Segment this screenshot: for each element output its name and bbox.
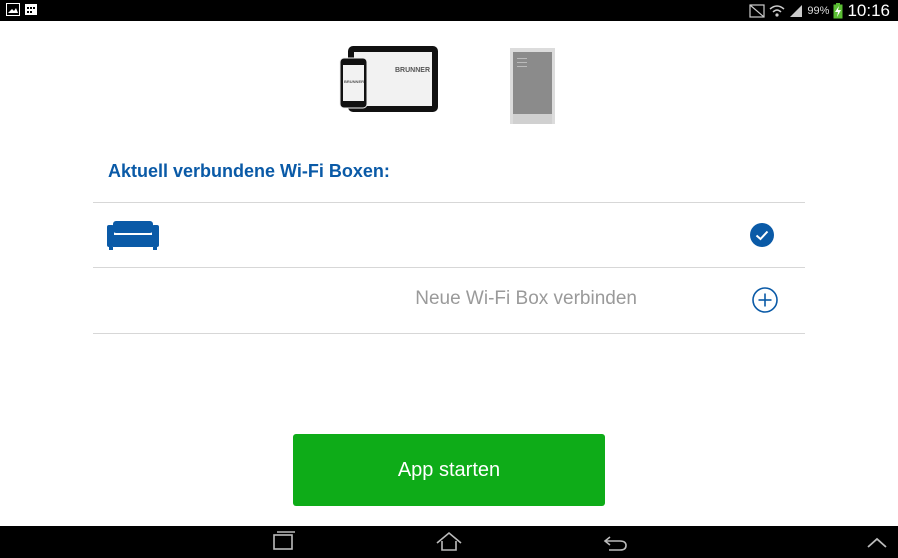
status-bar: 99% 10:16 xyxy=(0,0,898,21)
check-circle-icon[interactable] xyxy=(750,223,774,247)
mute-icon xyxy=(749,4,766,18)
wifi-icon xyxy=(769,5,785,17)
back-icon[interactable] xyxy=(600,531,630,553)
connect-new-box-label[interactable]: Neue Wi-Fi Box verbinden xyxy=(415,288,637,310)
connected-box-row[interactable] xyxy=(93,203,805,267)
devices-illustration: BRUNNER BRUNNER xyxy=(339,46,555,124)
phone-brand-text: BRUNNER xyxy=(344,79,364,84)
notification-icons xyxy=(6,3,38,16)
start-app-button[interactable]: App starten xyxy=(293,434,605,506)
chevron-up-icon[interactable] xyxy=(864,531,890,553)
home-icon[interactable] xyxy=(434,531,464,553)
plus-circle-icon[interactable] xyxy=(752,287,778,313)
section-title: Aktuell verbundene Wi-Fi Boxen: xyxy=(108,161,390,181)
tablet-brand-text: BRUNNER xyxy=(395,67,430,74)
gallery-icon xyxy=(6,3,20,16)
sofa-icon xyxy=(107,221,159,250)
calendar-icon xyxy=(25,4,37,15)
recent-apps-icon[interactable] xyxy=(268,531,298,553)
system-status: 99% 10:16 xyxy=(749,1,890,21)
signal-icon xyxy=(790,5,803,17)
navigation-bar xyxy=(0,526,898,558)
battery-charging-icon xyxy=(833,3,843,19)
phone-image: BRUNNER xyxy=(339,57,368,109)
connect-new-box-row[interactable]: Neue Wi-Fi Box verbinden xyxy=(93,268,805,332)
wifi-box-image xyxy=(510,48,555,124)
battery-percent: 99% xyxy=(807,5,830,17)
clock: 10:16 xyxy=(847,1,890,20)
divider xyxy=(93,333,805,334)
